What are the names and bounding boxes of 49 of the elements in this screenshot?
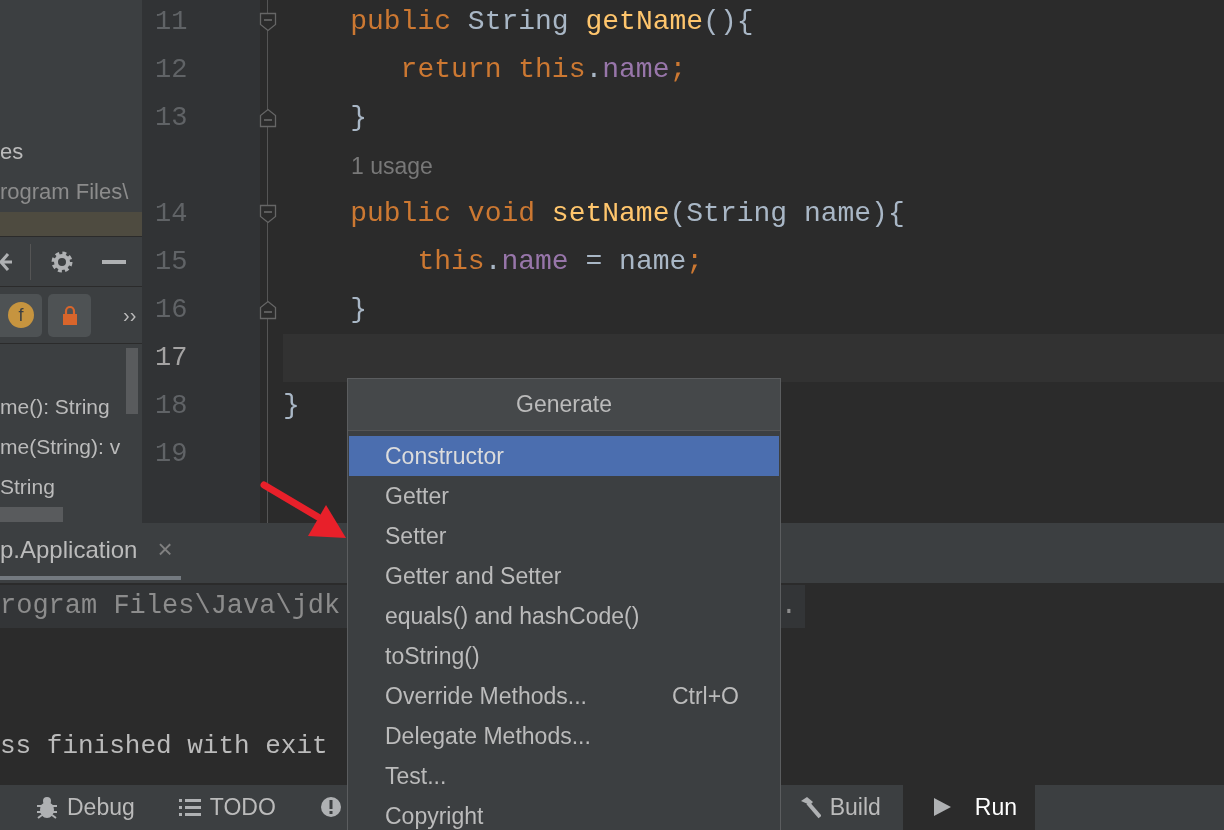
exclamation-icon: [319, 796, 342, 819]
structure-item[interactable]: me(String): v: [0, 427, 121, 467]
line-number: 17: [155, 341, 188, 375]
menu-item[interactable]: Test...: [349, 756, 779, 796]
menu-item[interactable]: toString(): [349, 636, 779, 676]
console-line: rogram Files\Java\jdk: [0, 590, 341, 624]
tree-item[interactable]: rogram Files\: [0, 172, 142, 212]
menu-item[interactable]: Delegate Methods...: [349, 716, 779, 756]
minimize-icon[interactable]: [102, 259, 126, 264]
tool-window-button[interactable]: Debug: [0, 785, 157, 830]
fold-icon[interactable]: [259, 204, 277, 224]
structure-item[interactable]: me(): String: [0, 387, 110, 427]
code-line: }: [349, 101, 367, 135]
lock-filter-button[interactable]: [48, 293, 91, 337]
scrollbar[interactable]: [0, 507, 63, 522]
tool-window-button[interactable]: TODO: [156, 785, 298, 830]
more-button[interactable]: ››: [123, 300, 137, 330]
menu-item[interactable]: Override Methods... Ctrl+O: [349, 676, 779, 716]
fold-icon[interactable]: [259, 108, 277, 128]
menu-item[interactable]: Getter: [349, 476, 779, 516]
usage-hint[interactable]: 1 usage: [283, 148, 433, 184]
fold-icon[interactable]: [259, 12, 277, 32]
tree-item[interactable]: es: [0, 132, 142, 172]
code-line: }: [349, 293, 367, 327]
shortcut-label: Ctrl+O: [671, 681, 739, 711]
structure-item[interactable]: String: [0, 467, 55, 507]
code-line: }: [283, 389, 300, 423]
menu-item[interactable]: equals() and hashCode(): [349, 596, 779, 636]
code-line: return this.name;: [399, 53, 687, 87]
console-line: ss finished with exit: [0, 730, 328, 763]
tool-window-button[interactable]: Build: [776, 785, 903, 830]
field-filter-button[interactable]: f: [0, 293, 42, 337]
console-line: .: [780, 590, 797, 624]
run-tab[interactable]: p.Application ×: [0, 523, 181, 580]
lock-icon: [61, 305, 78, 325]
scrollbar[interactable]: [126, 348, 138, 414]
menu-item[interactable]: Constructor: [349, 436, 779, 476]
code-line: public String getName(){: [349, 5, 754, 39]
fold-icon[interactable]: [259, 300, 277, 320]
menu-item[interactable]: Getter and Setter: [349, 556, 779, 596]
code-line: this.name = name;: [416, 245, 704, 279]
menu-title: Generate: [348, 379, 780, 431]
menu-item[interactable]: Setter: [349, 516, 779, 556]
list-icon: [178, 796, 201, 819]
code-line: public void setName(String name){: [349, 197, 905, 231]
tool-window-button[interactable]: Run: [902, 785, 1035, 830]
bug-icon: [36, 796, 58, 819]
field-icon: f: [8, 302, 34, 328]
menu-item[interactable]: Copyright: [349, 796, 779, 830]
